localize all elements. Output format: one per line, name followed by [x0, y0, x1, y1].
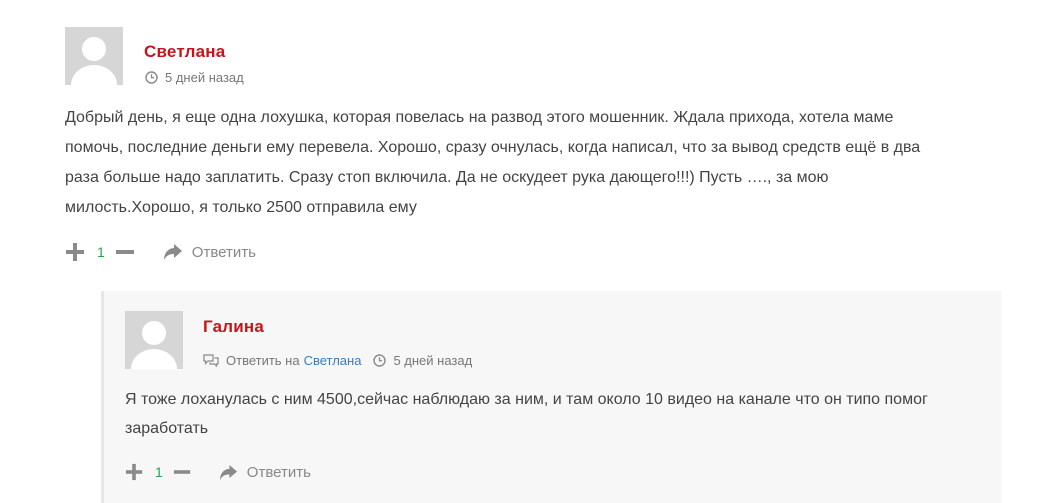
comment-text-line: раза больше надо заплатить. Сразу стоп в… [65, 169, 829, 186]
comment-meta: 5 дней назад [145, 70, 244, 85]
plus-icon[interactable] [65, 242, 85, 262]
comment-text-line: заработать [125, 420, 209, 437]
vote-count: 1 [155, 464, 163, 480]
reply-to-label: Ответить на [226, 353, 300, 368]
plus-icon[interactable] [125, 463, 143, 481]
comment-meta: Ответить на Светлана 5 дней назад [203, 353, 472, 368]
reply-label: Ответить [191, 243, 256, 261]
comment-text: Добрый день, я еще одна лохушка, которая… [65, 103, 1025, 223]
reply-label: Ответить [246, 463, 311, 481]
clock-icon [373, 354, 387, 367]
comment-text-line: милость.Хорошо, я только 2500 отправила … [65, 199, 417, 216]
default-avatar-icon [65, 27, 123, 85]
share-arrow-icon [163, 243, 183, 261]
reply-comment: Галина Ответить на Светлана 5 дней назад… [101, 291, 1002, 503]
comment-text-line: Я тоже лоханулась с ним 4500,сейчас набл… [125, 391, 928, 408]
comment-text-line: помочь, последние деньги ему перевела. Х… [65, 139, 921, 156]
minus-icon[interactable] [115, 242, 135, 262]
reply-to-author-link[interactable]: Светлана [304, 353, 362, 368]
comment-text: Я тоже лоханулась с ним 4500,сейчас набл… [125, 385, 985, 443]
comment-text-line: Добрый день, я еще одна лохушка, которая… [65, 109, 894, 126]
comment-time[interactable]: 5 дней назад [393, 353, 472, 368]
comments-section: Светлана 5 дней назад Добрый день, я еще… [0, 0, 1056, 503]
reply-button[interactable]: Ответить [163, 243, 256, 261]
comment-actions: 1 Ответить [65, 242, 256, 262]
comment-time[interactable]: 5 дней назад [165, 70, 244, 85]
minus-icon[interactable] [173, 463, 191, 481]
vote-count: 1 [97, 244, 105, 260]
comment-actions: 1 Ответить [125, 463, 311, 481]
default-avatar-icon [125, 311, 183, 369]
comment-author[interactable]: Светлана [144, 42, 225, 62]
clock-icon [145, 71, 158, 84]
comment-author[interactable]: Галина [203, 317, 264, 337]
share-arrow-icon [219, 464, 238, 481]
reply-button[interactable]: Ответить [219, 464, 311, 481]
comments-icon [203, 354, 219, 367]
